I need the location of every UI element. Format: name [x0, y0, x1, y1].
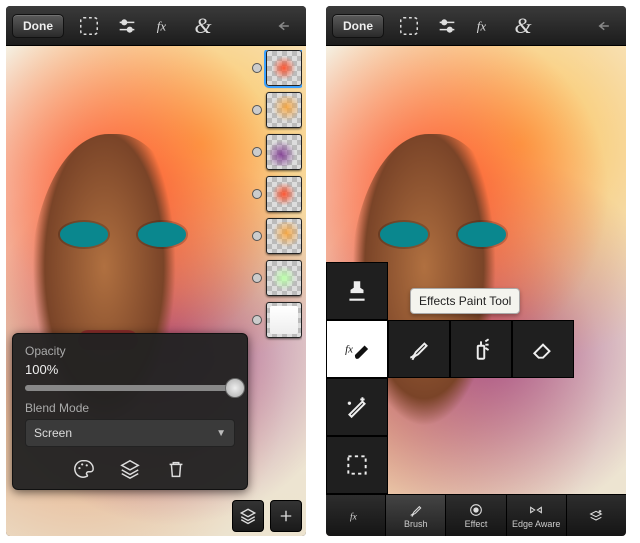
layer-visibility-toggle[interactable] — [252, 189, 262, 199]
selection-icon[interactable] — [396, 13, 422, 39]
selection-icon[interactable] — [76, 13, 102, 39]
opacity-label: Opacity — [25, 344, 235, 358]
fx-tab[interactable] — [326, 495, 386, 536]
layers-add-tab[interactable] — [567, 495, 626, 536]
blend-mode-value: Screen — [34, 426, 72, 440]
screenshot-right: Done & Effects Paint Tool — [326, 6, 626, 536]
layer-options-panel: Opacity 100% Blend Mode Screen ▼ — [12, 333, 248, 490]
effect-tab[interactable]: Effect — [446, 495, 506, 536]
bottom-toolbar: Brush Effect Edge Aware — [326, 494, 626, 536]
layers-panel — [252, 50, 302, 492]
palette-icon[interactable] — [72, 457, 96, 481]
eraser-tool[interactable] — [512, 320, 574, 378]
fx-icon[interactable] — [152, 13, 178, 39]
ampersand-icon[interactable]: & — [190, 13, 216, 39]
layer-thumbnail[interactable] — [266, 218, 302, 254]
edge-aware-tab[interactable]: Edge Aware — [507, 495, 567, 536]
layers-toggle-button[interactable] — [232, 500, 264, 532]
tool-picker — [326, 262, 574, 494]
undo-icon[interactable] — [594, 13, 620, 39]
blend-mode-dropdown[interactable]: Screen ▼ — [25, 419, 235, 447]
layer-thumbnail[interactable] — [266, 302, 302, 338]
tab-label: Brush — [404, 519, 428, 529]
done-button[interactable]: Done — [332, 14, 384, 38]
adjust-icon[interactable] — [114, 13, 140, 39]
marquee-tool[interactable] — [326, 436, 388, 494]
undo-icon[interactable] — [274, 13, 300, 39]
chevron-down-icon: ▼ — [216, 428, 226, 439]
brush-tab[interactable]: Brush — [386, 495, 446, 536]
add-layer-button[interactable] — [270, 500, 302, 532]
top-toolbar: Done & — [6, 6, 306, 46]
tab-label: Edge Aware — [512, 519, 560, 529]
fx-icon[interactable] — [472, 13, 498, 39]
screenshot-left: Done & Opacity 100% — [6, 6, 306, 536]
top-toolbar: Done & — [326, 6, 626, 46]
stamp-tool[interactable] — [326, 262, 388, 320]
layer-visibility-toggle[interactable] — [252, 231, 262, 241]
trash-icon[interactable] — [164, 457, 188, 481]
layer-thumbnail[interactable] — [266, 92, 302, 128]
adjust-icon[interactable] — [434, 13, 460, 39]
magic-wand-tool[interactable] — [326, 378, 388, 436]
done-button[interactable]: Done — [12, 14, 64, 38]
opacity-value: 100% — [25, 362, 235, 377]
blend-mode-label: Blend Mode — [25, 401, 235, 415]
layer-thumbnail[interactable] — [266, 260, 302, 296]
layer-visibility-toggle[interactable] — [252, 105, 262, 115]
layer-visibility-toggle[interactable] — [252, 63, 262, 73]
layer-thumbnail[interactable] — [266, 176, 302, 212]
paint-brush-tool[interactable] — [388, 320, 450, 378]
layer-visibility-toggle[interactable] — [252, 273, 262, 283]
layer-thumbnail[interactable] — [266, 50, 302, 86]
fx-brush-tool[interactable] — [326, 320, 388, 378]
spray-tool[interactable] — [450, 320, 512, 378]
layer-visibility-toggle[interactable] — [252, 315, 262, 325]
ampersand-icon[interactable]: & — [510, 13, 536, 39]
tab-label: Effect — [465, 519, 488, 529]
opacity-slider[interactable] — [25, 385, 235, 391]
slider-knob[interactable] — [225, 378, 245, 398]
layer-visibility-toggle[interactable] — [252, 147, 262, 157]
merge-layers-icon[interactable] — [118, 457, 142, 481]
layer-thumbnail[interactable] — [266, 134, 302, 170]
